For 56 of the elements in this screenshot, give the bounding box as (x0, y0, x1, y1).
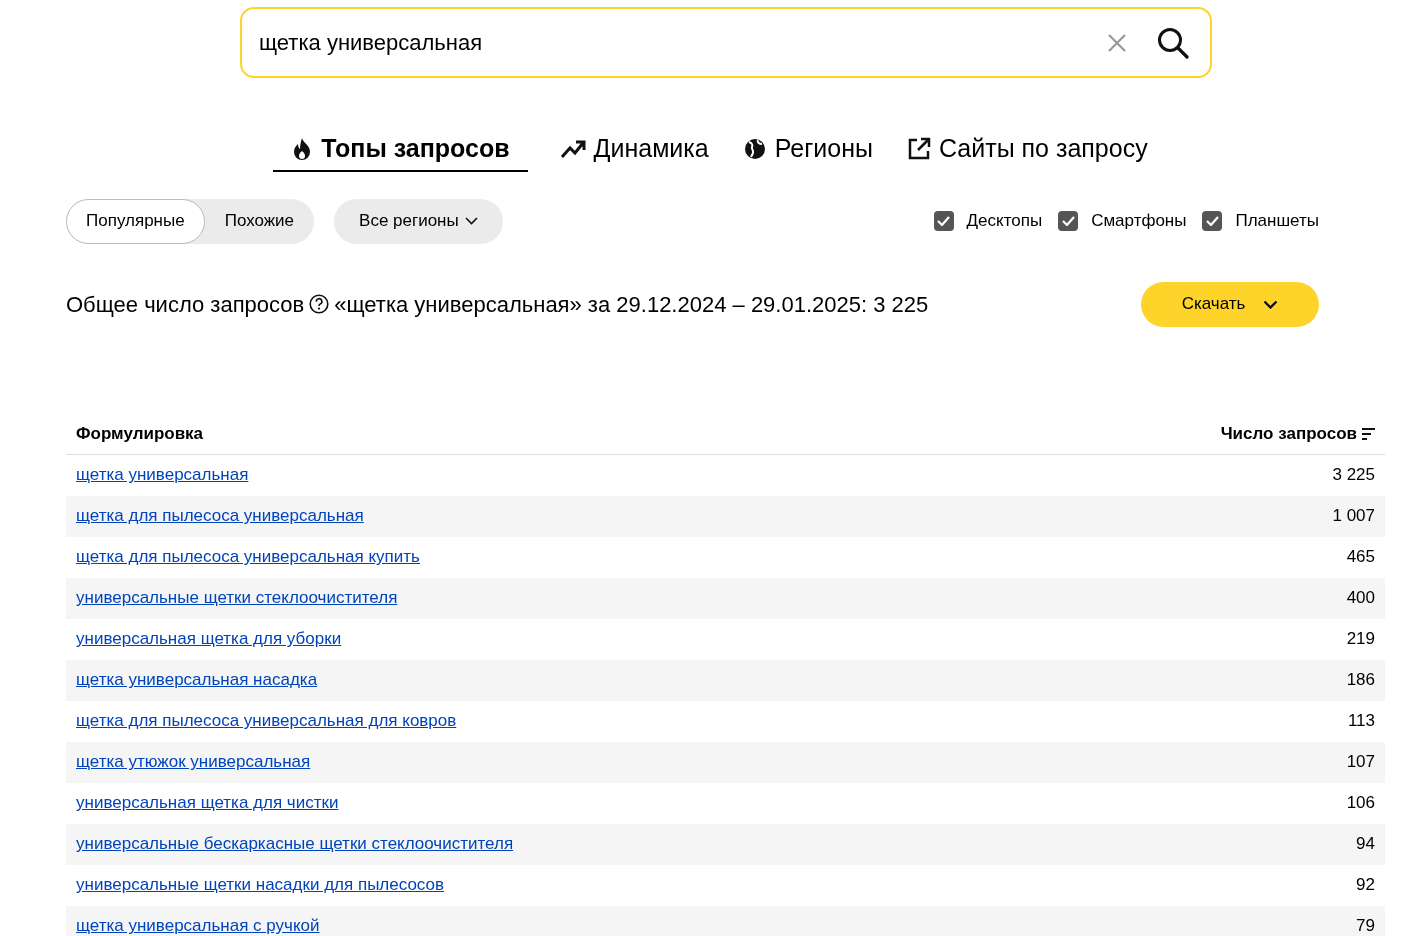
query-count: 3 225 (1332, 464, 1375, 487)
query-count: 400 (1346, 587, 1375, 610)
checkmark-icon (1206, 216, 1219, 226)
checkmark-icon (1061, 216, 1075, 226)
query-count: 465 (1346, 546, 1375, 569)
checkbox-label: Десктопы (966, 210, 1043, 233)
column-header: Формулировка (76, 423, 204, 446)
query-link[interactable]: щетка для пылесоса универсальная купить (76, 544, 420, 570)
search-icon[interactable] (1157, 26, 1189, 59)
help-icon[interactable] (309, 294, 330, 314)
query-link[interactable]: щетка утюжок универсальная (76, 749, 311, 775)
search-input[interactable]: щетка универсальная (259, 26, 1107, 59)
query-link[interactable]: щетка для пылесоса универсальная для ковров (76, 708, 457, 734)
column-header[interactable]: Число запросов (1220, 421, 1357, 447)
checkmark-icon (937, 216, 951, 226)
external-link-icon (907, 136, 931, 161)
region-dropdown[interactable]: Все регионы (334, 198, 503, 244)
download-button[interactable]: Скачать (1141, 281, 1319, 327)
query-count: 94 (1356, 833, 1375, 856)
checkbox[interactable] (1202, 211, 1223, 231)
checkbox-label: Планшеты (1235, 210, 1319, 233)
tab[interactable]: Сайты по запросу (905, 130, 1150, 172)
checkbox-label: Смартфоны (1091, 210, 1187, 233)
query-link[interactable]: щетка универсальная (76, 462, 249, 488)
summary-text: «щетка универсальная» за 29.12.2024 – 29.01.2025: 3 225 (334, 290, 929, 319)
query-count: 186 (1346, 669, 1375, 692)
tab[interactable]: Топы запросов (273, 130, 528, 172)
query-link[interactable]: щетка для пылесоса универсальная (76, 503, 364, 529)
query-count: 107 (1346, 751, 1375, 774)
sort-icon[interactable] (1362, 428, 1375, 440)
query-link[interactable]: щетка универсальная насадка (76, 667, 318, 693)
chevron-down-icon (1263, 299, 1279, 309)
globe-icon (742, 136, 767, 161)
query-link[interactable]: щетка универсальная с ручкой (76, 913, 320, 936)
tab[interactable]: Динамика (557, 130, 711, 172)
summary-label: Общее число запросов (66, 290, 305, 319)
query-count: 1 007 (1332, 505, 1375, 528)
query-count: 106 (1346, 792, 1375, 815)
query-link[interactable]: универсальные бескаркасные щетки стеклоочистителя (76, 831, 514, 857)
query-count: 79 (1356, 915, 1375, 936)
query-count: 92 (1356, 874, 1375, 897)
query-link[interactable]: универсальная щетка для чистки (76, 790, 339, 816)
segment-tab[interactable]: Популярные (66, 198, 205, 244)
query-link[interactable]: универсальные щетки стеклоочистителя (76, 585, 398, 611)
query-link[interactable]: универсальная щетка для уборки (76, 626, 342, 652)
trend-icon (559, 138, 586, 159)
query-count: 113 (1347, 710, 1375, 733)
search-field[interactable]: щетка универсальная (240, 7, 1212, 78)
checkbox[interactable] (1058, 211, 1079, 231)
query-count: 219 (1346, 628, 1375, 651)
tab[interactable]: Регионы (740, 130, 875, 172)
chevron-down-icon (464, 217, 478, 225)
segment-tab[interactable]: Похожие (204, 198, 315, 244)
checkbox[interactable] (933, 211, 954, 231)
close-icon[interactable] (1107, 32, 1127, 53)
query-link[interactable]: универсальные щетки насадки для пылесосов (76, 872, 445, 898)
